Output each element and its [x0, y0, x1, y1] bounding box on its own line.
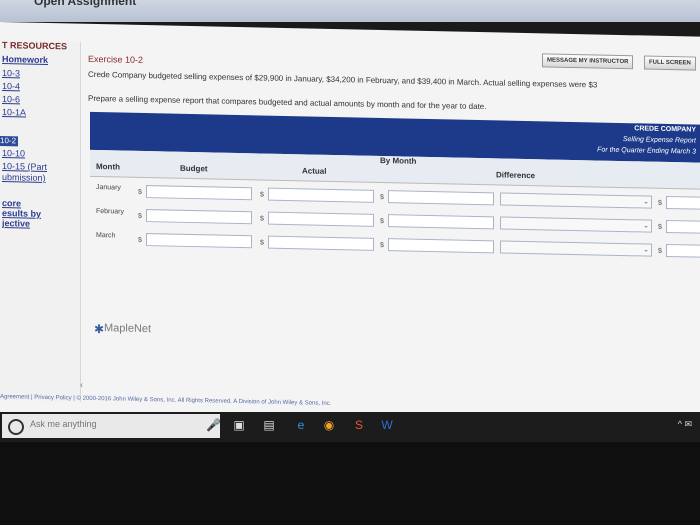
report-title: Selling Expense Report — [622, 136, 696, 145]
store-icon[interactable]: S — [352, 418, 366, 432]
window-title: Open Assignment — [34, 0, 137, 8]
col-difference: Difference — [496, 170, 536, 181]
col-budget: Budget — [180, 163, 208, 174]
sidebar-item-10-3[interactable]: 10-3 — [2, 68, 20, 78]
currency-sign: $ — [138, 188, 142, 196]
ytd-input-february[interactable] — [666, 219, 700, 234]
currency-sign: $ — [260, 215, 264, 223]
difference-type-select-february[interactable]: ⌄ — [500, 216, 652, 233]
currency-sign: $ — [658, 199, 662, 207]
sidebar-item-10-4[interactable]: 10-4 — [2, 81, 20, 91]
exercise-instructions: Prepare a selling expense report that co… — [88, 93, 487, 112]
difference-type-select-march[interactable]: ⌄ — [500, 240, 652, 257]
row-label-january: January — [96, 184, 121, 192]
sidebar-item-homework[interactable]: Homework — [2, 54, 48, 65]
main-content: MESSAGE MY INSTRUCTOR FULL SCREEN Exerci… — [86, 24, 700, 417]
windows-taskbar: Ask me anything 🎤 ▣ ▤ e ◉ S W ^ ✉ — [0, 412, 700, 442]
search-placeholder: Ask me anything — [30, 419, 97, 429]
chevron-down-icon: ⌄ — [643, 198, 649, 206]
monitor-bezel — [0, 442, 700, 525]
row-label-march: March — [96, 232, 116, 240]
currency-sign: $ — [658, 247, 662, 255]
currency-sign: $ — [380, 241, 384, 250]
budget-input-march[interactable] — [146, 233, 252, 249]
screen: Open Assignment T RESOURCES Homework 10-… — [0, 0, 700, 525]
currency-sign: $ — [658, 223, 662, 231]
currency-sign: $ — [260, 191, 264, 199]
sidebar-item-submission[interactable]: ubmission) — [2, 172, 46, 183]
currency-sign: $ — [380, 217, 384, 226]
currency-sign: $ — [260, 239, 264, 247]
exercise-title: Exercise 10-2 — [88, 53, 144, 65]
cortana-icon — [8, 419, 24, 435]
sidebar-item-10-1a[interactable]: 10-1A — [2, 107, 26, 118]
difference-input-february[interactable] — [388, 214, 494, 230]
difference-type-select-january[interactable]: ⌄ — [500, 192, 652, 209]
ytd-input-january[interactable] — [666, 195, 700, 210]
group-header-by-month: By Month — [380, 155, 417, 166]
maplenet-logo-icon: ✱ — [94, 321, 105, 337]
assignment-page: T RESOURCES Homework 10-3 10-4 10-6 10-1… — [0, 22, 700, 427]
sidebar-item-10-15[interactable]: 10-15 (Part — [2, 161, 47, 172]
col-actual: Actual — [302, 166, 327, 176]
difference-input-march[interactable] — [388, 238, 494, 254]
microphone-icon[interactable]: 🎤 — [206, 418, 221, 432]
chevron-down-icon: ⌄ — [643, 222, 649, 230]
actual-input-february[interactable] — [268, 211, 374, 227]
ytd-input-march[interactable] — [666, 243, 700, 258]
system-tray-icon[interactable]: ^ ✉ — [678, 419, 692, 430]
sidebar-item-objective[interactable]: jective — [2, 218, 30, 229]
report-period: For the Quarter Ending March 3 — [597, 146, 696, 156]
window-titlebar: Open Assignment — [0, 0, 700, 22]
task-view-icon[interactable]: ▣ — [232, 418, 246, 432]
word-icon[interactable]: W — [380, 418, 394, 432]
sidebar-heading: T RESOURCES — [2, 40, 68, 52]
row-label-february: February — [96, 208, 125, 216]
taskbar-search[interactable]: Ask me anything — [2, 414, 220, 438]
fullscreen-button[interactable]: FULL SCREEN — [644, 55, 696, 71]
budget-input-january[interactable] — [146, 185, 252, 201]
budget-input-february[interactable] — [146, 209, 252, 225]
sidebar-item-10-2-active[interactable]: 10-2 — [0, 136, 18, 147]
currency-sign: $ — [138, 212, 142, 220]
currency-sign: $ — [380, 193, 384, 202]
maplenet-brand: MapleNet — [104, 322, 152, 336]
chevron-down-icon: ⌄ — [643, 246, 649, 254]
report-company: CREDE COMPANY — [634, 125, 696, 134]
actual-input-march[interactable] — [268, 235, 374, 251]
sidebar-item-10-6[interactable]: 10-6 — [2, 94, 20, 104]
edge-browser-icon[interactable]: e — [294, 418, 308, 432]
col-month: Month — [96, 162, 120, 172]
currency-sign: $ — [138, 236, 142, 244]
message-instructor-button[interactable]: MESSAGE MY INSTRUCTOR — [542, 53, 634, 70]
chevron-left-icon[interactable]: ‹ — [80, 380, 83, 390]
sidebar-item-score[interactable]: core — [2, 198, 21, 208]
sidebar: T RESOURCES Homework 10-3 10-4 10-6 10-1… — [0, 40, 81, 402]
file-explorer-icon[interactable]: ▤ — [262, 418, 276, 432]
difference-input-january[interactable] — [388, 190, 494, 206]
sidebar-item-10-10[interactable]: 10-10 — [2, 148, 25, 158]
exercise-prompt: Crede Company budgeted selling expenses … — [88, 69, 598, 90]
actual-input-january[interactable] — [268, 187, 374, 203]
chrome-browser-icon[interactable]: ◉ — [322, 418, 336, 432]
